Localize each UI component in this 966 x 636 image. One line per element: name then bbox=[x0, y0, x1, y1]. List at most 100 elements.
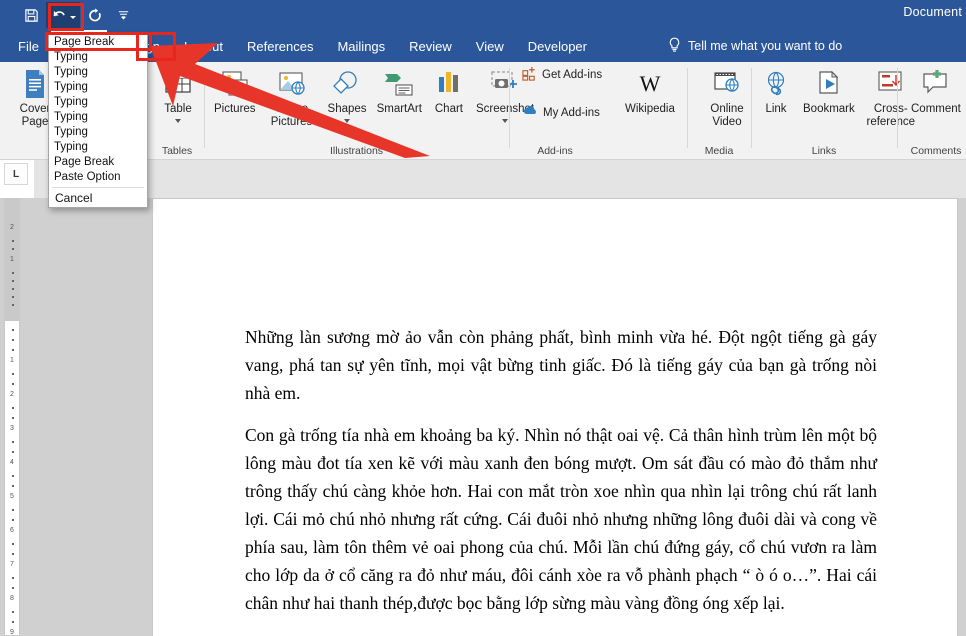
bookmark-button[interactable]: Bookmark bbox=[798, 64, 860, 116]
undo-menu-item[interactable]: Typing bbox=[49, 125, 147, 140]
undo-menu-item[interactable]: Typing bbox=[49, 140, 147, 155]
link-label: Link bbox=[765, 103, 787, 115]
get-addins-label: Get Add-ins bbox=[542, 69, 603, 81]
pictures-label: Pictures bbox=[214, 103, 256, 115]
bookmark-label: Bookmark bbox=[803, 103, 855, 115]
document-title: Document bbox=[903, 5, 962, 19]
tab-file[interactable]: File bbox=[6, 30, 51, 62]
ribbon-group-media: Online Video Media bbox=[688, 62, 750, 159]
svg-text:W: W bbox=[640, 71, 661, 96]
wikipedia-label: Wikipedia bbox=[625, 103, 675, 115]
chart-label: Chart bbox=[434, 103, 463, 115]
wikipedia-button[interactable]: W Wikipedia bbox=[620, 64, 680, 116]
shapes-label: Shapes bbox=[327, 103, 367, 115]
tab-layout[interactable]: Layout bbox=[172, 30, 235, 62]
my-addins-button[interactable]: My Add-ins bbox=[518, 102, 609, 123]
lightbulb-icon bbox=[668, 37, 681, 56]
shapes-dropdown-caret[interactable] bbox=[344, 118, 351, 123]
ruler-tick: 1 bbox=[10, 357, 14, 364]
link-icon bbox=[761, 67, 791, 101]
undo-menu-item[interactable]: Typing bbox=[49, 50, 147, 65]
redo-icon[interactable] bbox=[82, 3, 108, 27]
undo-dropdown-caret[interactable] bbox=[69, 15, 76, 19]
ribbon-group-links: Link Bookmark Cross-reference Links bbox=[752, 62, 915, 159]
ruler-tick: 2 bbox=[10, 224, 14, 231]
ribbon-group-illustrations: Pictures Online Pictures Shapes SmartArt… bbox=[205, 62, 534, 159]
tab-mailings[interactable]: Mailings bbox=[325, 30, 397, 62]
smartart-button[interactable]: SmartArt bbox=[372, 64, 427, 116]
undo-menu-item[interactable]: Typing bbox=[49, 80, 147, 95]
bookmark-icon bbox=[815, 67, 843, 101]
get-addins-button[interactable]: Get Add-ins bbox=[518, 64, 606, 86]
comment-icon bbox=[920, 67, 952, 101]
ruler-tick: 1 bbox=[10, 256, 14, 263]
ribbon-group-label-illustrations: Illustrations bbox=[329, 145, 384, 157]
undo-history-dropdown[interactable]: Page Break Typing Typing Typing Typing T… bbox=[48, 33, 148, 208]
tell-me-box[interactable]: Tell me what you want to do bbox=[668, 30, 842, 62]
online-pictures-button[interactable]: Online Pictures bbox=[261, 64, 323, 128]
comment-label: Comment bbox=[911, 103, 961, 115]
undo-menu-item[interactable]: Paste Option bbox=[49, 170, 147, 185]
smartart-label: SmartArt bbox=[376, 103, 422, 115]
title-bar: Document bbox=[0, 0, 966, 30]
undo-menu-item[interactable]: Page Break bbox=[49, 155, 147, 170]
pictures-button[interactable]: Pictures bbox=[209, 64, 261, 116]
undo-menu-item[interactable]: Typing bbox=[49, 65, 147, 80]
tab-references[interactable]: References bbox=[235, 30, 325, 62]
table-button[interactable]: Table bbox=[156, 64, 200, 123]
tell-me-label: Tell me what you want to do bbox=[688, 39, 843, 53]
ribbon-group-comments: Comment Comments bbox=[898, 62, 966, 159]
online-video-button[interactable]: Online Video bbox=[696, 64, 758, 128]
undo-menu-item[interactable]: Page Break bbox=[49, 35, 147, 50]
tab-review[interactable]: Review bbox=[397, 30, 464, 62]
my-addins-label: My Add-ins bbox=[543, 106, 600, 119]
ruler-tick: 4 bbox=[10, 459, 14, 466]
word-window: Document File Insert Design Layout Refer… bbox=[0, 0, 966, 636]
my-addins-icon bbox=[522, 104, 538, 121]
ribbon-group-label-tables: Tables bbox=[161, 145, 193, 157]
undo-menu-cancel[interactable]: Cancel bbox=[49, 189, 147, 207]
smartart-icon bbox=[383, 67, 415, 101]
undo-menu-item[interactable]: Typing bbox=[49, 95, 147, 110]
comment-button[interactable]: Comment bbox=[906, 64, 966, 116]
ruler-tick: 5 bbox=[10, 493, 14, 500]
online-video-label: Online Video bbox=[710, 103, 744, 128]
document-text[interactable]: Những làn sương mờ ảo vẫn còn phảng phất… bbox=[245, 323, 877, 617]
document-page[interactable]: Những làn sương mờ ảo vẫn còn phảng phất… bbox=[152, 198, 958, 636]
ribbon-group-addins: Get Add-ins My Add-ins W Wikipedia Add-i… bbox=[510, 62, 686, 159]
document-paragraph: Những làn sương mờ ảo vẫn còn phảng phất… bbox=[245, 327, 877, 403]
pictures-icon bbox=[220, 67, 250, 101]
ribbon-group-label-comments: Comments bbox=[910, 145, 962, 157]
get-addins-icon bbox=[522, 66, 537, 84]
ribbon-group-tables: Table Tables bbox=[150, 62, 204, 159]
ruler-tick: 8 bbox=[10, 595, 14, 602]
online-pictures-label: Online Pictures bbox=[270, 103, 313, 128]
customize-qat-icon[interactable] bbox=[110, 3, 136, 27]
menu-separator bbox=[52, 187, 144, 188]
undo-menu-item[interactable]: Typing bbox=[49, 110, 147, 125]
table-label: Table bbox=[164, 103, 192, 115]
chart-button[interactable]: Chart bbox=[427, 64, 471, 116]
quick-access-toolbar bbox=[18, 0, 136, 30]
document-workspace: L 2 1 1 2 3 4 5 6 7 8 9 Những làn sương … bbox=[0, 160, 966, 636]
table-dropdown-caret[interactable] bbox=[175, 118, 181, 123]
cover-page-icon bbox=[20, 67, 50, 101]
ruler-tick: 3 bbox=[10, 425, 14, 432]
online-video-icon bbox=[711, 67, 743, 101]
online-pictures-icon bbox=[277, 67, 307, 101]
tab-stop-selector[interactable]: L bbox=[4, 163, 28, 185]
vertical-ruler[interactable]: 2 1 1 2 3 4 5 6 7 8 9 bbox=[4, 198, 20, 636]
tab-developer[interactable]: Developer bbox=[516, 30, 599, 62]
ruler-tick: 2 bbox=[10, 391, 14, 398]
save-icon[interactable] bbox=[18, 3, 44, 27]
link-button[interactable]: Link bbox=[754, 64, 798, 116]
undo-button[interactable] bbox=[46, 2, 80, 28]
shapes-icon bbox=[332, 67, 362, 101]
shapes-button[interactable]: Shapes bbox=[323, 64, 372, 123]
wikipedia-icon: W bbox=[634, 67, 666, 101]
table-icon bbox=[162, 67, 194, 101]
screenshot-dropdown-caret[interactable] bbox=[502, 118, 509, 123]
ruler-tick: 6 bbox=[10, 527, 14, 534]
ruler-tick: 9 bbox=[10, 629, 14, 636]
tab-view[interactable]: View bbox=[464, 30, 516, 62]
